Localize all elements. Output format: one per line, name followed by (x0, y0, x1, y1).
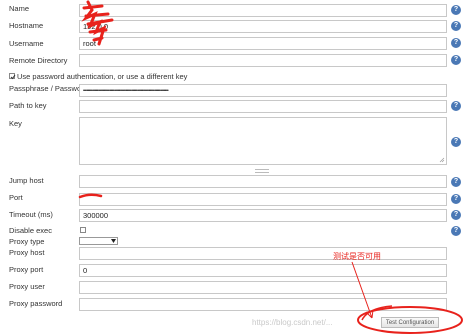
disable-exec-help-icon[interactable]: ? (451, 226, 461, 236)
timeout-help-icon[interactable]: ? (451, 210, 461, 220)
disable-exec-checkbox[interactable] (80, 227, 86, 233)
path-to-key-help-icon[interactable]: ? (451, 101, 461, 111)
key-drag-handle[interactable] (255, 169, 269, 173)
hostname-help-icon[interactable]: ? (451, 21, 461, 31)
annotation-text: 测试是否可用 (333, 252, 381, 261)
jump-host-input[interactable] (79, 175, 447, 188)
use-password-checkbox[interactable] (9, 73, 16, 80)
username-input[interactable]: root (79, 37, 447, 50)
proxy-host-input[interactable] (79, 247, 447, 260)
test-configuration-button[interactable]: Test Configuration (381, 317, 439, 328)
name-help-icon[interactable]: ? (451, 5, 461, 15)
timeout-label: Timeout (ms) (9, 210, 53, 219)
hostname-input[interactable]: 192.0.0 (79, 20, 447, 33)
resize-handle-icon (439, 157, 445, 163)
use-password-label: Use password authentication, or use a di… (17, 72, 188, 81)
port-label: Port (9, 193, 23, 202)
name-input[interactable] (79, 4, 447, 17)
disable-exec-label: Disable exec (9, 226, 52, 235)
proxy-user-label: Proxy user (9, 282, 45, 291)
passphrase-label: Passphrase / Password (9, 84, 88, 93)
port-help-icon[interactable]: ? (451, 194, 461, 204)
jump-host-label: Jump host (9, 176, 44, 185)
username-label: Username (9, 39, 44, 48)
path-to-key-label: Path to key (9, 101, 47, 110)
hostname-label: Hostname (9, 21, 44, 30)
watermark: https://blog.csdn.net/... (252, 318, 333, 327)
remote-directory-help-icon[interactable]: ? (451, 55, 461, 65)
proxy-user-input[interactable] (79, 281, 447, 294)
proxy-type-label: Proxy type (9, 237, 45, 246)
remote-directory-label: Remote Directory (9, 56, 68, 65)
proxy-host-label: Proxy host (9, 248, 45, 257)
proxy-port-label: Proxy port (9, 265, 44, 274)
jump-host-help-icon[interactable]: ? (451, 177, 461, 187)
timeout-input[interactable]: 300000 (79, 209, 447, 222)
port-input[interactable] (79, 193, 447, 206)
proxy-password-label: Proxy password (9, 299, 63, 308)
remote-directory-input[interactable] (79, 54, 447, 67)
name-label: Name (9, 4, 30, 13)
key-textarea[interactable] (79, 117, 447, 165)
key-label: Key (9, 119, 22, 128)
username-help-icon[interactable]: ? (451, 38, 461, 48)
key-help-icon[interactable]: ? (451, 137, 461, 147)
passphrase-input[interactable]: ••••••••••••••••••••••••••••••••••••••••… (79, 84, 447, 97)
proxy-password-input[interactable] (79, 298, 447, 311)
path-to-key-input[interactable] (79, 100, 447, 113)
proxy-port-input[interactable]: 0 (79, 264, 447, 277)
proxy-type-select[interactable] (79, 237, 118, 245)
chevron-down-icon (111, 239, 116, 243)
